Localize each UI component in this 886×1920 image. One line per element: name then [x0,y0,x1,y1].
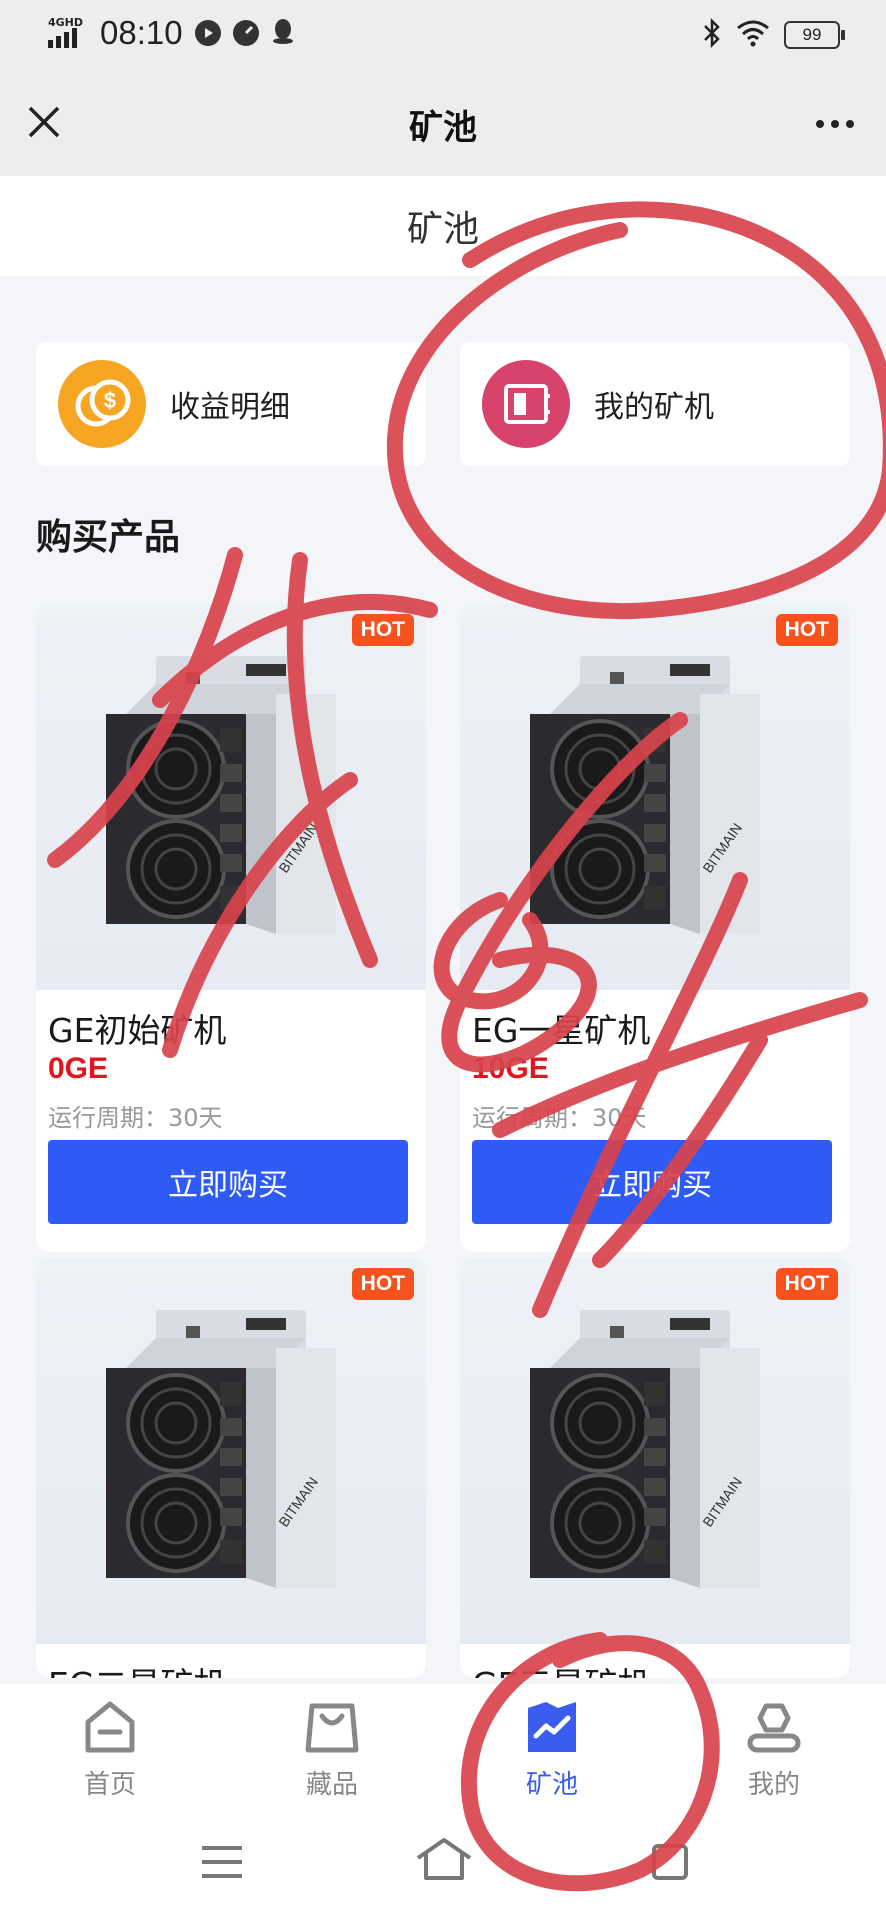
product-price: 10GE [472,1052,549,1085]
earnings-detail-label: 收益明细 [170,390,290,425]
hot-badge: HOT [775,614,838,646]
tab-mine-label: 我的 [747,1770,800,1800]
buy-now-button[interactable]: 立即购买 [472,1140,832,1224]
tab-collection[interactable]: 藏品 [272,1698,392,1801]
bottom-tab-bar: 首页 藏品 矿池 我的 [0,1684,886,1802]
bag-icon [302,1698,362,1758]
home-nav-icon[interactable] [414,1836,474,1886]
miner-image: BITMAIN [460,604,850,990]
product-name: EG一星矿机 [472,1011,651,1050]
tab-mining-pool[interactable]: 矿池 [492,1698,612,1801]
tab-home[interactable]: 首页 [50,1698,170,1801]
product-card[interactable]: BITMAIN HOT EG二星矿机 [36,1258,426,1678]
hot-badge: HOT [775,1268,838,1300]
svg-text:$: $ [104,388,116,413]
home-icon [80,1698,140,1758]
signal-icon: 4GHD [48,16,88,50]
buy-now-button[interactable]: 立即购买 [48,1140,408,1224]
product-card[interactable]: BITMAIN HOT GE初始矿机 0GE 运行周期：30天 立即购买 [36,604,426,1252]
product-period: 运行周期：30天 [472,1104,647,1132]
wifi-icon [736,19,770,51]
hot-badge: HOT [351,614,414,646]
bluetooth-icon [702,17,722,52]
status-right: 99 [702,17,845,52]
page-header: 矿池 [0,176,886,276]
miner-image: BITMAIN [36,1258,426,1644]
earnings-detail-entry[interactable]: $ 收益明细 [36,342,426,466]
safe-icon [482,360,570,448]
tab-mining-pool-label: 矿池 [525,1770,578,1800]
more-icon[interactable] [816,120,854,128]
qq-icon [271,17,295,49]
tab-mine[interactable]: 我的 [714,1698,834,1801]
hot-badge: HOT [351,1268,414,1300]
user-icon [744,1698,804,1758]
title-bar: 矿池 [0,70,886,176]
tab-home-label: 首页 [83,1770,136,1800]
system-nav-bar [0,1802,886,1920]
play-icon [194,20,221,46]
speed-icon [232,20,259,46]
status-bar: 4GHD 08:10 99 [0,0,886,70]
status-left: 4GHD 08:10 [48,14,295,52]
tab-collection-label: 藏品 [305,1770,358,1800]
coin-icon: $ [58,360,146,448]
back-nav-icon[interactable] [650,1842,690,1886]
chart-icon [522,1698,582,1758]
my-miners-entry[interactable]: 我的矿机 [460,342,850,466]
product-name: GE三星矿机 [472,1658,650,1678]
miner-image: BITMAIN [36,604,426,990]
product-name: GE初始矿机 [48,1011,227,1050]
miner-image: BITMAIN [460,1258,850,1644]
product-period: 运行周期：30天 [48,1104,223,1132]
product-price: 0GE [48,1052,109,1085]
product-card[interactable]: BITMAIN HOT EG一星矿机 10GE 运行周期：30天 立即购买 [460,604,850,1252]
product-name: EG二星矿机 [48,1658,226,1678]
menu-icon[interactable] [200,1844,244,1884]
battery-indicator: 99 [784,21,845,49]
my-miners-label: 我的矿机 [594,390,714,425]
window-title: 矿池 [409,108,477,148]
product-card[interactable]: BITMAIN HOT GE三星矿机 [460,1258,850,1678]
page-title: 矿池 [406,209,479,250]
status-time: 08:10 [100,14,183,51]
section-title: 购买产品 [36,517,181,558]
